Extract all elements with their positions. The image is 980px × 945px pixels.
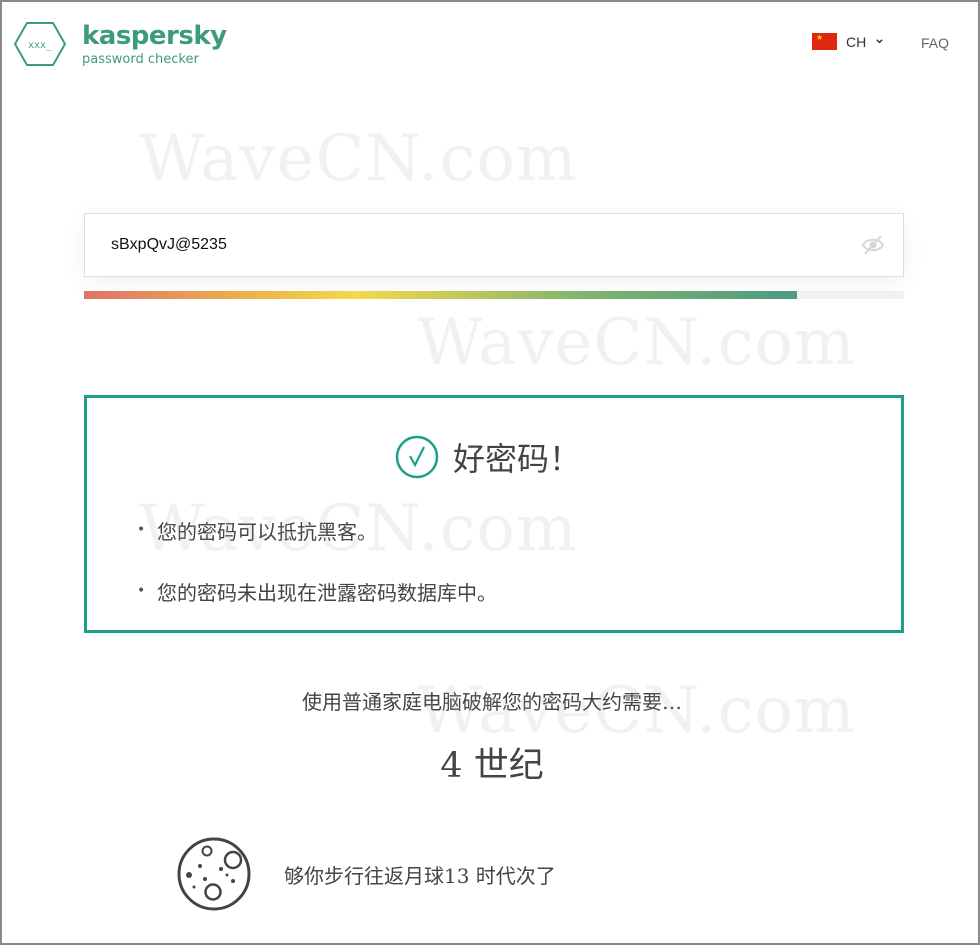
watermark: WaveCN.com bbox=[139, 122, 578, 196]
kaspersky-logo[interactable]: xxx_ kaspersky password checker bbox=[14, 21, 227, 67]
hexagon-logo-icon: xxx_ bbox=[14, 22, 66, 66]
brand-subtitle: password checker bbox=[82, 51, 199, 67]
svg-text:xxx_: xxx_ bbox=[28, 40, 53, 51]
result-panel: 好密码！ 您的密码可以抵抗黑客。 您的密码未出现在泄露密码数据库中。 bbox=[84, 395, 904, 633]
strength-meter bbox=[84, 291, 904, 299]
password-input[interactable] bbox=[109, 235, 813, 255]
language-selector[interactable]: ★ CH bbox=[812, 33, 884, 50]
crack-time-label: 使用普通家庭电脑破解您的密码大约需要… bbox=[302, 690, 682, 714]
crack-time-value: 4 世纪 bbox=[440, 746, 544, 786]
result-bullet: 您的密码可以抵抗黑客。 bbox=[135, 516, 497, 545]
brand-name: kaspersky bbox=[82, 20, 227, 51]
watermark: WaveCN.com bbox=[417, 306, 856, 380]
moon-icon bbox=[177, 837, 251, 911]
eye-slash-icon[interactable] bbox=[861, 234, 885, 256]
comparison-text: 够你步行往返月球13 时代次了 bbox=[284, 864, 556, 888]
language-code: CH bbox=[846, 33, 867, 50]
app-window: xxx_ kaspersky password checker ★ CH FAQ… bbox=[0, 0, 980, 945]
result-bullet: 您的密码未出现在泄露密码数据库中。 bbox=[135, 577, 497, 606]
verdict-text: 好密码！ bbox=[453, 440, 582, 478]
verdict: 好密码！ bbox=[395, 434, 581, 480]
result-bullets: 您的密码可以抵抗黑客。 您的密码未出现在泄露密码数据库中。 bbox=[135, 516, 497, 638]
check-circle-icon bbox=[395, 435, 439, 479]
faq-link[interactable]: FAQ bbox=[921, 35, 949, 51]
password-field[interactable] bbox=[84, 213, 904, 277]
chevron-down-icon bbox=[876, 39, 883, 44]
china-flag-icon: ★ bbox=[812, 33, 837, 50]
strength-meter-fill bbox=[84, 291, 798, 299]
